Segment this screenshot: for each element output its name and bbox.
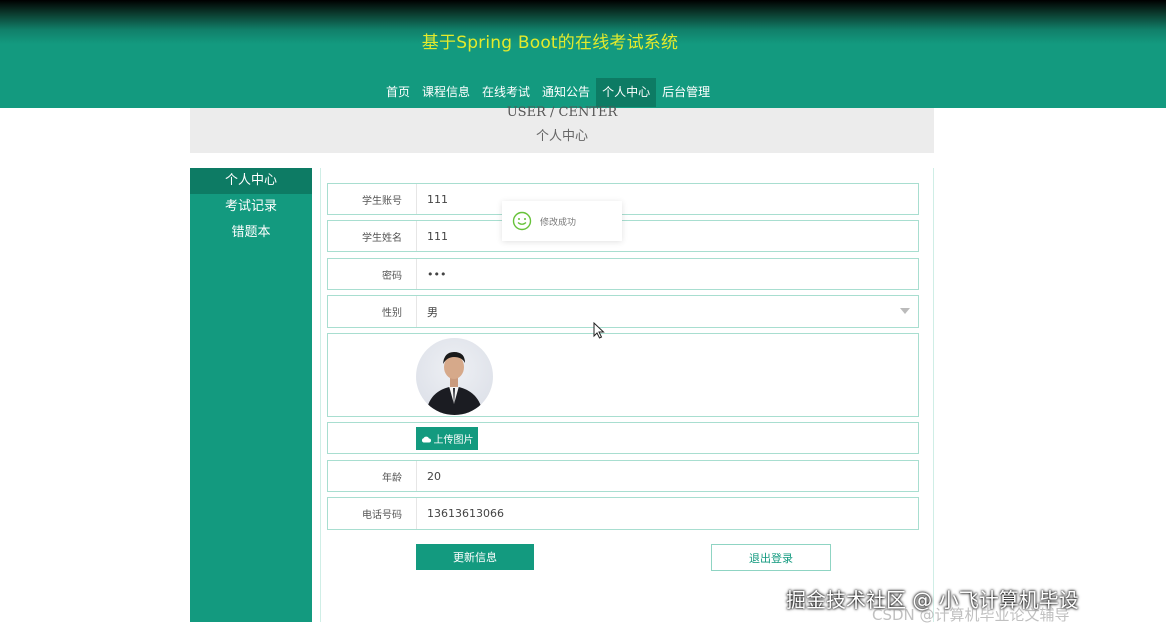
gender-row: 性别 男 [327,295,919,328]
nav-home[interactable]: 首页 [380,78,416,107]
watermark-csdn: CSDN @计算机毕业论文辅导 [872,606,1070,624]
name-label: 学生姓名 [362,232,402,244]
upload-label: 上传图片 [433,435,474,446]
age-input[interactable]: 20 [416,461,918,491]
avatar [416,338,493,415]
upload-row: 上传图片 [327,422,919,454]
sidebar-item-exam-records[interactable]: 考试记录 [190,194,312,220]
name-row: 学生姓名 111 [327,220,919,252]
nav-notice[interactable]: 通知公告 [536,78,596,107]
gender-label: 性别 [382,308,402,319]
account-row: 学生账号 111 [327,183,919,215]
phone-row: 电话号码 13613613066 [327,497,919,530]
mouse-cursor-icon [593,321,605,343]
password-row: 密码 ••• [327,258,919,290]
site-header: 基于Spring Boot的在线考试系统 首页 课程信息 在线考试 通知公告 个… [0,0,1166,108]
avatar-portrait [426,352,483,415]
profile-form: 学生账号 111 学生姓名 111 密码 ••• 性别 男 上传图片 年龄 20… [320,168,934,622]
chevron-down-icon [900,308,910,314]
success-toast: 修改成功 [502,201,622,241]
nav-user-center[interactable]: 个人中心 [596,78,657,107]
sidebar-item-user-center[interactable]: 个人中心 [190,168,312,194]
password-label: 密码 [382,270,402,282]
smile-icon [512,211,532,231]
account-input[interactable]: 111 [416,184,918,214]
upload-image-button[interactable]: 上传图片 [416,427,478,450]
age-label: 年龄 [382,472,402,484]
account-label: 学生账号 [362,195,402,207]
banner-title-en: USER / CENTER [506,105,618,120]
age-row: 年龄 20 [327,460,919,492]
nav-course-info[interactable]: 课程信息 [416,78,476,107]
sidebar: 个人中心 考试记录 错题本 [190,168,312,622]
sidebar-item-wrong-questions[interactable]: 错题本 [190,220,312,246]
main-nav: 首页 课程信息 在线考试 通知公告 个人中心 后台管理 [380,78,716,107]
banner-title-cn: 个人中心 [535,129,588,144]
site-title: 基于Spring Boot的在线考试系统 [421,33,679,53]
avatar-row [327,333,919,417]
page-banner: USER / CENTER 个人中心 [190,105,934,153]
name-input[interactable]: 111 [416,221,918,251]
password-input[interactable]: ••• [416,259,918,289]
phone-input[interactable]: 13613613066 [416,498,918,529]
cloud-upload-icon [421,436,431,442]
nav-online-exam[interactable]: 在线考试 [476,78,536,107]
toast-text: 修改成功 [540,217,577,228]
logout-button[interactable]: 退出登录 [711,544,831,571]
gender-select[interactable]: 男 [416,296,918,327]
phone-label: 电话号码 [362,510,402,521]
update-info-button[interactable]: 更新信息 [416,544,534,570]
nav-admin[interactable]: 后台管理 [656,78,716,107]
gender-value: 男 [427,305,438,319]
